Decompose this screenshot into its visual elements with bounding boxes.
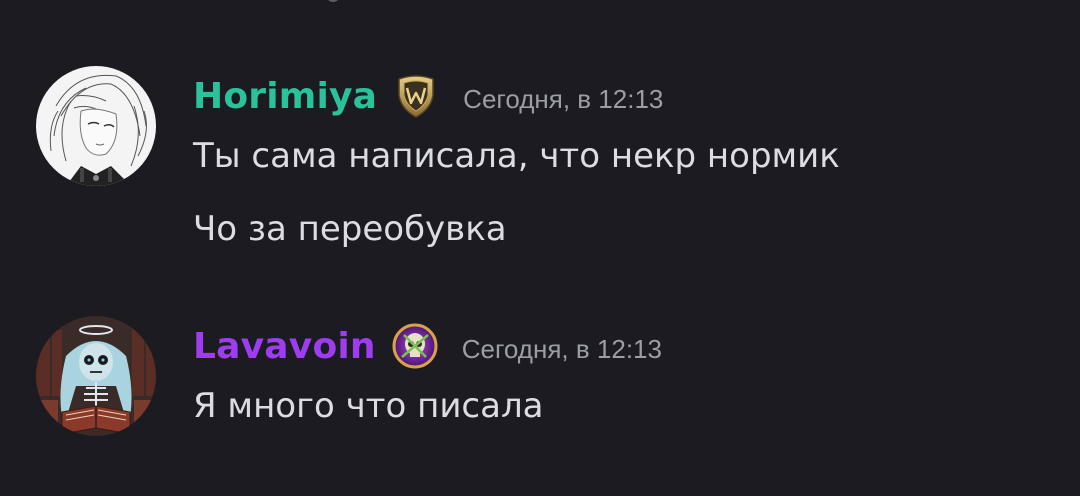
- message-group: Lavavoin Сегодня, в 12:13 Я много что пи…: [0, 316, 1080, 436]
- message-group: Horimiya Сегодня, в 12:13 Ты сама написа…: [0, 66, 1080, 276]
- message-header: Horimiya Сегодня, в 12:13: [193, 72, 663, 120]
- shield-w-badge-icon[interactable]: [393, 73, 439, 119]
- message-text: Я много что писала: [193, 386, 544, 426]
- message-text: Чо за переобувка: [193, 209, 507, 249]
- skull-badge-icon[interactable]: [392, 323, 438, 369]
- timestamp: Сегодня, в 12:13: [463, 83, 664, 114]
- previous-message-remnant: [326, 0, 340, 2]
- avatar[interactable]: [36, 316, 156, 436]
- message-header: Lavavoin Сегодня, в 12:13: [193, 322, 662, 370]
- message-text: Ты сама написала, что некр нормик: [193, 136, 840, 176]
- username[interactable]: Lavavoin: [193, 326, 376, 367]
- avatar[interactable]: [36, 66, 156, 186]
- username[interactable]: Horimiya: [193, 76, 377, 117]
- timestamp: Сегодня, в 12:13: [461, 333, 662, 364]
